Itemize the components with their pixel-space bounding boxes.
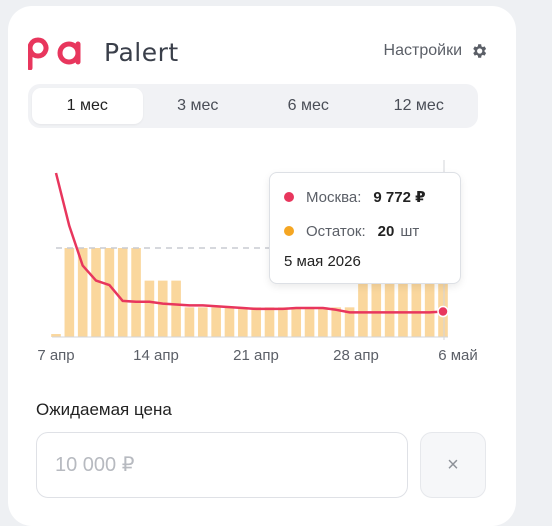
close-icon: × <box>447 453 459 476</box>
tooltip-stock-row: Остаток: 20 шт <box>284 219 446 243</box>
settings-label: Настройки <box>383 42 462 59</box>
tooltip-price-row: Москва: 9 772 ₽ <box>284 185 446 209</box>
price-dot-icon <box>284 192 294 202</box>
logo[interactable]: Palert <box>28 34 179 70</box>
expected-price-input[interactable] <box>36 432 408 498</box>
tooltip-date: 5 мая 2026 <box>284 253 361 270</box>
palert-logo-icon <box>28 37 81 70</box>
tab-6-months[interactable]: 6 мес <box>253 88 364 124</box>
gear-icon <box>473 44 487 58</box>
tooltip-city-label: Москва: <box>306 188 362 206</box>
stock-dot-icon <box>284 226 294 236</box>
tooltip-stock-value: 20 <box>377 222 395 240</box>
tab-12-months[interactable]: 12 мес <box>364 88 475 124</box>
brand-name: Palert <box>104 37 179 67</box>
tooltip-stock-label: Остаток: <box>306 222 366 240</box>
header: Palert Настройки <box>28 28 488 72</box>
tooltip-stock-unit: шт <box>400 222 420 240</box>
tab-3-months[interactable]: 3 мес <box>143 88 254 124</box>
clear-button[interactable]: × <box>420 432 486 498</box>
chart-tooltip: Москва: 9 772 ₽ Остаток: 20 шт 5 мая 202… <box>269 172 461 284</box>
tooltip-price: 9 772 ₽ <box>373 189 426 206</box>
tab-1-month[interactable]: 1 мес <box>32 88 143 124</box>
period-tabs: 1 мес 3 мес 6 мес 12 мес <box>28 84 478 128</box>
settings-button[interactable]: Настройки <box>384 42 488 60</box>
expected-price-label: Ожидаемая цена <box>36 400 172 419</box>
